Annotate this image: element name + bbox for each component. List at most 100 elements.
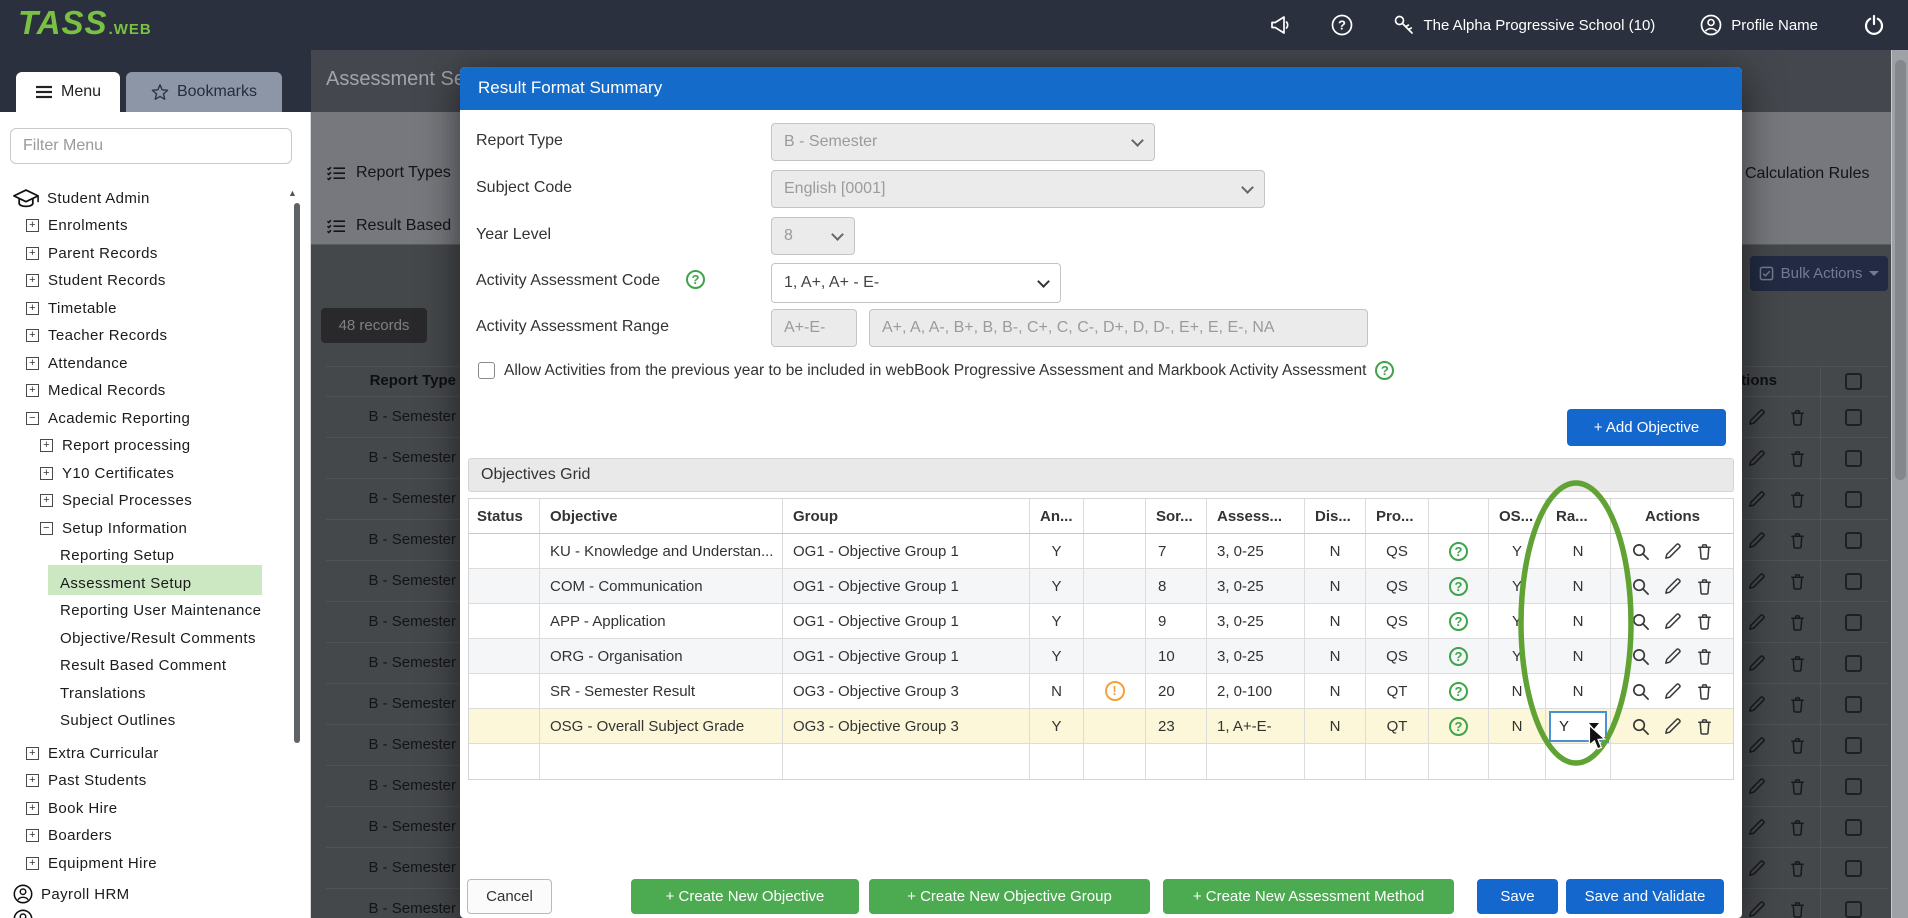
expand-plus-icon[interactable] [26, 219, 39, 232]
ra-dropdown[interactable]: Y [1549, 711, 1607, 742]
cancel-button[interactable]: Cancel [467, 879, 552, 914]
delete-icon[interactable] [1695, 612, 1714, 631]
chevron-down-icon [831, 228, 844, 241]
sidebar-item-payroll-hrm[interactable]: Payroll HRM [12, 882, 130, 906]
create-new-assessment-method-button[interactable]: + Create New Assessment Method [1163, 879, 1454, 914]
expand-plus-icon[interactable] [26, 357, 39, 370]
sidebar-item-reporting-setup[interactable]: Reporting Setup [60, 543, 174, 567]
edit-icon[interactable] [1663, 612, 1682, 631]
expand-plus-icon[interactable] [26, 747, 39, 760]
expand-plus-icon[interactable] [26, 802, 39, 815]
save-and-validate-button[interactable]: Save and Validate [1566, 879, 1724, 914]
help-icon[interactable] [1330, 13, 1354, 37]
profile-menu[interactable]: Profile Name [1699, 13, 1818, 37]
sidebar-item-student-records[interactable]: Student Records [26, 268, 166, 292]
delete-icon[interactable] [1695, 647, 1714, 666]
sidebar-item-past-students[interactable]: Past Students [26, 768, 147, 792]
sidebar-item-book-hire[interactable]: Book Hire [26, 796, 117, 820]
sidebar-item-special-processes[interactable]: Special Processes [40, 488, 192, 512]
delete-icon[interactable] [1695, 577, 1714, 596]
sidebar-item-academic-reporting[interactable]: Academic Reporting [26, 406, 190, 430]
expand-plus-icon[interactable] [26, 774, 39, 787]
page-scrollbar-thumb[interactable] [1895, 60, 1906, 480]
announcements-icon[interactable] [1268, 13, 1292, 37]
sidebar-item-equipment-hire[interactable]: Equipment Hire [26, 851, 157, 875]
filter-menu-input[interactable] [10, 128, 292, 164]
edit-icon[interactable] [1663, 682, 1682, 701]
sidebar-item-y10-certificates[interactable]: Y10 Certificates [40, 461, 174, 485]
help-circle-icon[interactable]: ? [686, 270, 705, 289]
sidebar-item-assessment-setup[interactable]: Assessment Setup [60, 571, 191, 595]
objective-row: APP - Application OG1 - Objective Group … [469, 604, 1733, 639]
sidebar-item-objective-result-comments[interactable]: Objective/Result Comments [60, 626, 256, 650]
sidebar-item-result-based-comment[interactable]: Result Based Comment [60, 653, 226, 677]
view-icon[interactable] [1631, 717, 1650, 736]
sidebar-item-medical-records[interactable]: Medical Records [26, 378, 166, 402]
expand-plus-icon[interactable] [26, 384, 39, 397]
activity-assessment-range-label: Activity Assessment Range [476, 318, 669, 336]
view-icon[interactable] [1631, 647, 1650, 666]
sidebar-item-attendance[interactable]: Attendance [26, 351, 128, 375]
sidebar-item-timetable[interactable]: Timetable [26, 296, 117, 320]
col-warning [1084, 499, 1146, 533]
page-scrollbar[interactable] [1891, 50, 1908, 918]
help-circle-icon[interactable]: ? [1449, 682, 1468, 701]
expand-plus-icon[interactable] [26, 829, 39, 842]
collapse-minus-icon[interactable] [26, 412, 39, 425]
help-circle-icon[interactable]: ? [1375, 361, 1394, 380]
tab-menu[interactable]: Menu [16, 72, 120, 112]
school-switcher[interactable]: The Alpha Progressive School (10) [1392, 13, 1656, 37]
previous-year-checkbox[interactable] [478, 362, 495, 379]
add-objective-button[interactable]: + Add Objective [1567, 409, 1726, 446]
year-level-select[interactable]: 8 [771, 217, 855, 255]
sidebar-item-boarders[interactable]: Boarders [26, 823, 112, 847]
help-circle-icon[interactable]: ? [1449, 717, 1468, 736]
sidebar-scroll-up-arrow[interactable]: ▲ [288, 188, 297, 198]
save-button[interactable]: Save [1477, 879, 1558, 914]
expand-plus-icon[interactable] [40, 439, 53, 452]
expand-plus-icon[interactable] [26, 857, 39, 870]
help-circle-icon[interactable]: ? [1449, 542, 1468, 561]
expand-plus-icon[interactable] [26, 329, 39, 342]
edit-icon[interactable] [1663, 647, 1682, 666]
report-type-select[interactable]: B - Semester [771, 123, 1155, 161]
expand-plus-icon[interactable] [26, 302, 39, 315]
expand-plus-icon[interactable] [40, 467, 53, 480]
edit-icon[interactable] [1663, 542, 1682, 561]
sidebar-item-student-admin[interactable]: Student Admin [12, 186, 150, 210]
create-new-objective-group-button[interactable]: + Create New Objective Group [869, 879, 1150, 914]
sidebar-item-enrolments[interactable]: Enrolments [26, 213, 128, 237]
help-circle-icon[interactable]: ? [1449, 612, 1468, 631]
delete-icon[interactable] [1695, 682, 1714, 701]
activity-assessment-code-select[interactable]: 1, A+, A+ - E- [771, 263, 1061, 303]
expand-plus-icon[interactable] [26, 247, 39, 260]
sidebar-item-subject-outlines[interactable]: Subject Outlines [60, 708, 176, 732]
sidebar-item-report-processing[interactable]: Report processing [40, 433, 191, 457]
view-icon[interactable] [1631, 682, 1650, 701]
delete-icon[interactable] [1695, 542, 1714, 561]
edit-icon[interactable] [1663, 717, 1682, 736]
sidebar-item-parent-records[interactable]: Parent Records [26, 241, 158, 265]
sidebar-scrollbar-thumb[interactable] [294, 203, 300, 743]
help-circle-icon[interactable]: ? [1449, 577, 1468, 596]
create-new-objective-button[interactable]: + Create New Objective [631, 879, 859, 914]
logout-power-icon[interactable] [1862, 13, 1886, 37]
view-icon[interactable] [1631, 612, 1650, 631]
tass-logo[interactable]: TASS .WEB [18, 4, 152, 42]
sidebar-item-teacher-records[interactable]: Teacher Records [26, 323, 167, 347]
help-circle-icon[interactable]: ? [1449, 647, 1468, 666]
expand-plus-icon[interactable] [40, 494, 53, 507]
edit-icon[interactable] [1663, 577, 1682, 596]
view-icon[interactable] [1631, 542, 1650, 561]
sidebar-item-reporting-user-maintenance[interactable]: Reporting User Maintenance [60, 598, 261, 622]
view-icon[interactable] [1631, 577, 1650, 596]
sidebar-item-setup-information[interactable]: Setup Information [40, 516, 187, 540]
expand-plus-icon[interactable] [26, 274, 39, 287]
sidebar-item-translations[interactable]: Translations [60, 681, 146, 705]
previous-year-checkbox-row: Allow Activities from the previous year … [478, 361, 1394, 380]
collapse-minus-icon[interactable] [40, 522, 53, 535]
tab-bookmarks[interactable]: Bookmarks [126, 72, 282, 112]
delete-icon[interactable] [1695, 717, 1714, 736]
subject-code-select[interactable]: English [0001] [771, 170, 1265, 208]
sidebar-item-extra-curricular[interactable]: Extra Curricular [26, 741, 159, 765]
